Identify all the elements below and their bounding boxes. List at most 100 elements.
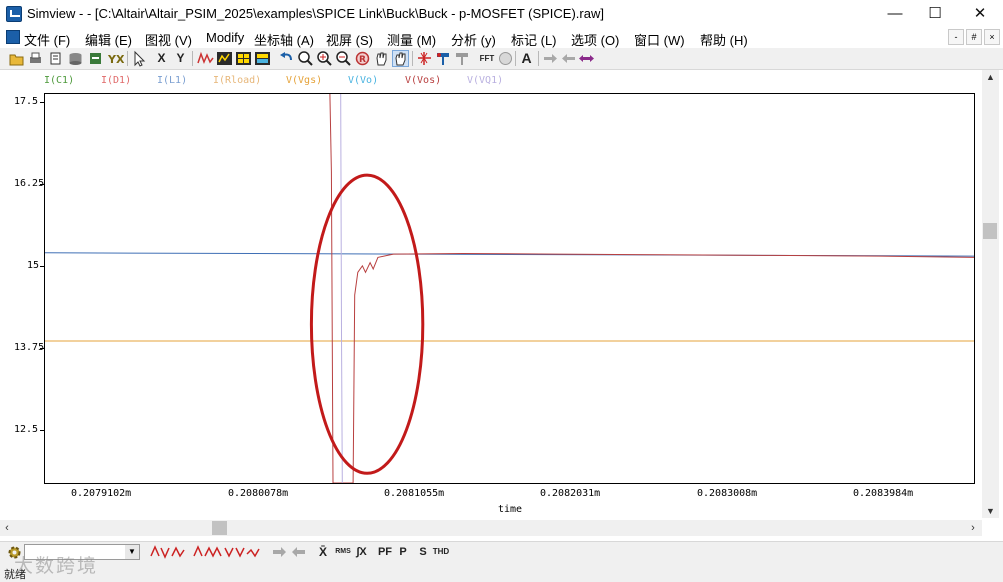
menu-options[interactable]: 选项 (O) [571, 30, 619, 49]
menu-axis[interactable]: 坐标轴 (A) [254, 30, 314, 49]
edit-icon[interactable] [87, 50, 104, 67]
data-icon[interactable] [67, 50, 84, 67]
text-button[interactable]: A [518, 50, 535, 67]
menu-screen[interactable]: 视屏 (S) [326, 30, 373, 49]
menu-modify[interactable]: Modify [206, 30, 244, 45]
pf-button[interactable]: PF [377, 544, 393, 560]
menu-file[interactable]: 文件 (F) [24, 30, 70, 49]
arrow-both-icon[interactable] [578, 50, 595, 67]
x-tick-label: 0.2081055m [384, 488, 445, 499]
menu-help[interactable]: 帮助 (H) [700, 30, 748, 49]
fft-button[interactable]: FFT [475, 50, 499, 67]
window-title: Simview - - [C:\Altair\Altair_PSIM_2025\… [27, 6, 604, 21]
legend-item-il1[interactable]: I(L1) [157, 75, 187, 86]
x-tick-label: 0.2079102m [71, 488, 132, 499]
scroll-right-icon[interactable]: › [966, 520, 980, 536]
multi-screen-icon[interactable] [235, 50, 252, 67]
pan-icon[interactable] [373, 50, 390, 67]
arrow-right-icon[interactable] [542, 50, 559, 67]
toolbar-separator [515, 51, 516, 66]
mdi-close-button[interactable]: × [984, 29, 1000, 45]
toolbar-separator [192, 51, 193, 66]
scroll-left-icon[interactable]: ‹ [0, 520, 14, 536]
mdi-minimize-button[interactable]: - [948, 29, 964, 45]
legend-item-vgs[interactable]: V(Vgs) [286, 75, 322, 86]
arrow-left-icon[interactable] [560, 50, 577, 67]
chevron-down-icon[interactable]: ▼ [125, 545, 139, 559]
screen-layout-icon[interactable] [254, 50, 271, 67]
measure-prev-icon[interactable] [290, 544, 306, 560]
measure-next-icon[interactable] [272, 544, 288, 560]
apparent-power-button[interactable]: S [418, 544, 428, 560]
x-tick-label: 0.2083984m [853, 488, 914, 499]
yx-plot-icon[interactable]: YX [107, 50, 125, 67]
marker-disabled-icon[interactable] [454, 50, 471, 67]
print-icon[interactable] [27, 50, 44, 67]
zoom-fit-icon[interactable]: R [354, 50, 371, 67]
watermark-text: 大数跨境 [14, 556, 99, 577]
menu-view[interactable]: 图视 (V) [145, 30, 192, 49]
waveform-plot[interactable] [45, 94, 974, 483]
menu-analysis[interactable]: 分析 (y) [451, 30, 496, 49]
menu-label[interactable]: 标记 (L) [511, 30, 557, 49]
legend-item-irload[interactable]: I(Rload) [213, 75, 261, 86]
title-bar: Simview - - [C:\Altair\Altair_PSIM_2025\… [0, 0, 1003, 28]
min-max-icon[interactable] [192, 544, 264, 560]
horizontal-scroll-thumb[interactable] [212, 521, 227, 535]
vq1-trace [340, 94, 343, 483]
undo-icon[interactable] [278, 50, 295, 67]
toolbar-separator [538, 51, 539, 66]
zoom-icon[interactable] [297, 50, 314, 67]
legend-item-vos[interactable]: V(Vos) [405, 75, 441, 86]
maximize-button[interactable]: ☐ [913, 0, 957, 28]
x-tick-label: 0.2082031m [540, 488, 601, 499]
menu-measure[interactable]: 测量 (M) [387, 30, 436, 49]
menu-edit[interactable]: 编辑 (E) [85, 30, 132, 49]
mdi-restore-button[interactable]: # [966, 29, 982, 45]
mean-button[interactable]: X̄ [316, 544, 330, 560]
zoom-in-icon[interactable] [316, 50, 333, 67]
grid-icon[interactable] [216, 50, 233, 67]
vertical-scroll-thumb[interactable] [983, 223, 997, 239]
thd-button[interactable]: THD [432, 544, 450, 560]
integral-button[interactable]: ∫X [354, 544, 369, 560]
legend-item-vq1[interactable]: V(VQ1) [467, 75, 503, 86]
rms-button[interactable]: RMS [334, 544, 352, 560]
marker-icon[interactable] [435, 50, 452, 67]
y-axis-button[interactable]: Y [172, 50, 189, 67]
minimize-button[interactable]: — [873, 0, 917, 28]
scroll-down-icon[interactable]: ▼ [982, 504, 999, 518]
legend-item-vo[interactable]: V(Vo) [348, 75, 378, 86]
x-tick-label: 0.2083008m [697, 488, 758, 499]
status-bar [0, 564, 1003, 582]
peak-valley-icon[interactable] [150, 544, 186, 560]
y-tick-label: 15 [27, 260, 40, 271]
y-tick-label: 17.5 [14, 96, 39, 107]
scroll-up-icon[interactable]: ▲ [982, 70, 999, 84]
toolbar-separator [412, 51, 413, 66]
legend-item-ic1[interactable]: I(C1) [44, 75, 74, 86]
vertical-scrollbar[interactable]: ▲ ▼ [982, 70, 999, 518]
fft-settings-icon[interactable] [497, 50, 514, 67]
pointer-icon[interactable] [131, 50, 148, 67]
zoom-out-icon[interactable] [335, 50, 352, 67]
document-icon[interactable] [6, 30, 20, 44]
menu-window[interactable]: 窗口 (W) [634, 30, 685, 49]
hand-icon[interactable] [392, 50, 409, 67]
power-button[interactable]: P [398, 544, 408, 560]
annotation-ellipse [309, 173, 425, 475]
x-axis-button[interactable]: X [153, 50, 170, 67]
simview-app-icon [6, 6, 22, 22]
plot-area[interactable] [44, 93, 975, 484]
svg-text:R: R [359, 55, 366, 65]
close-button[interactable]: ✕ [958, 0, 1002, 28]
open-folder-icon[interactable] [8, 50, 25, 67]
x-axis-title: time [498, 504, 523, 515]
cursor-icon[interactable] [416, 50, 433, 67]
legend-item-id1[interactable]: I(D1) [101, 75, 131, 86]
waveform-icon[interactable] [197, 50, 214, 67]
vos-trace [329, 94, 974, 483]
copy-icon[interactable] [47, 50, 64, 67]
horizontal-scrollbar[interactable]: ‹ › [0, 520, 982, 536]
svg-text:YX: YX [107, 53, 124, 66]
